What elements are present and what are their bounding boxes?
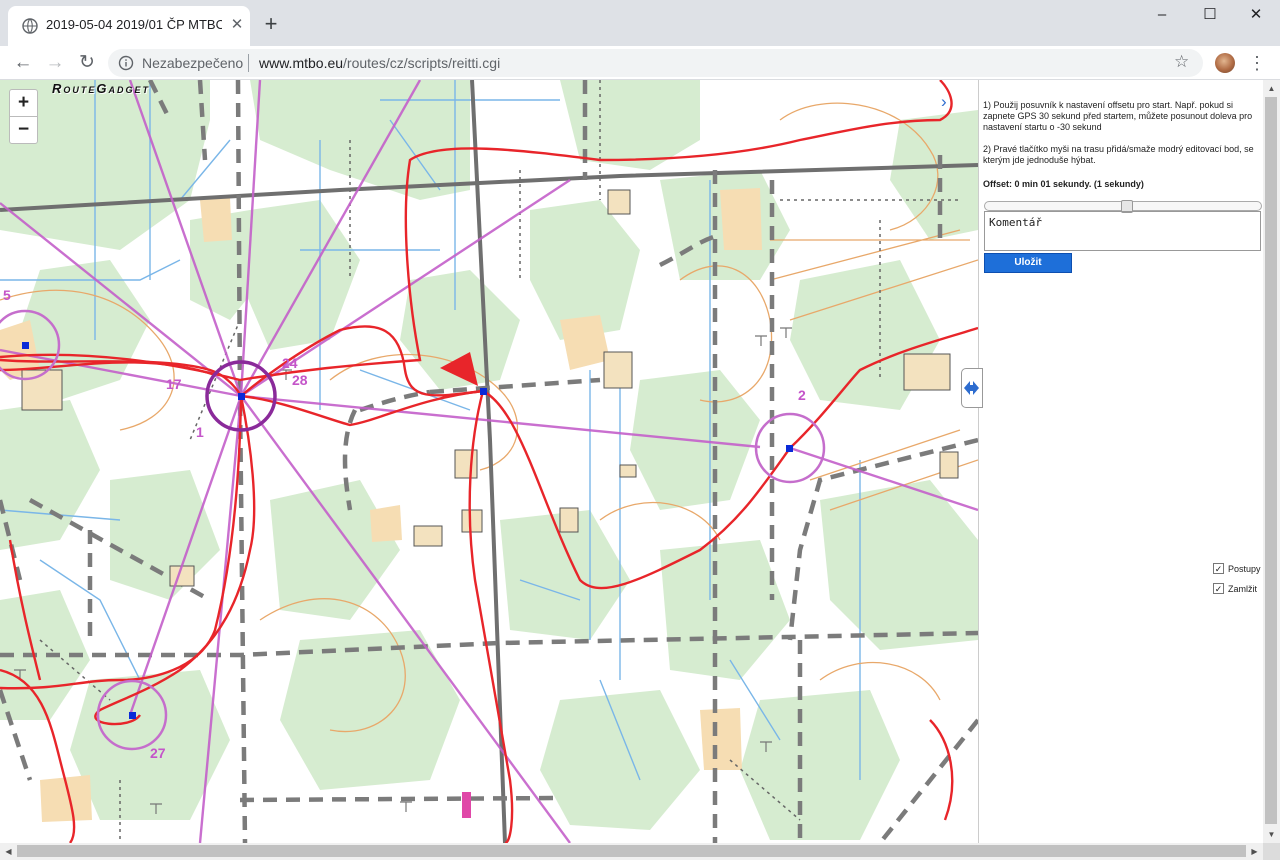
offset-label: Offset: 0 min 01 sekundy. (1 sekundy)	[983, 179, 1144, 189]
tab-close-button[interactable]: ✕	[226, 14, 248, 36]
star-icon[interactable]: ☆	[1174, 52, 1189, 72]
browser-menu-button[interactable]: ⋮	[1248, 50, 1266, 76]
scroll-up-arrow-icon[interactable]: ▲	[1263, 80, 1280, 97]
scrollbar-corner	[1263, 843, 1280, 860]
minimize-button[interactable]: –	[1138, 0, 1186, 32]
control-number: 5	[3, 287, 11, 303]
checkbox-label-zamlzit: Zamlžit	[1228, 584, 1257, 594]
control-number: 24	[282, 355, 298, 371]
map-canvas[interactable]: RouteGadget + − › 5 1 17 24 28 2 27	[0, 80, 978, 843]
tab-bar: 2019-05-04 2019/01 ČP MTBO - ✕ + – ☐ ✕	[0, 0, 1280, 46]
offset-slider[interactable]	[984, 200, 1262, 213]
globe-icon	[22, 18, 38, 34]
url-text: www.mtbo.eu/routes/cz/scripts/reitti.cgi	[259, 55, 500, 71]
maximize-button[interactable]: ☐	[1186, 0, 1234, 32]
address-bar[interactable]: Nezabezpečeno www.mtbo.eu/routes/cz/scri…	[108, 49, 1203, 77]
vertical-scroll-thumb[interactable]	[1265, 97, 1277, 824]
control-number: 28	[292, 372, 308, 388]
security-label: Nezabezpečeno	[142, 55, 244, 71]
browser-tab[interactable]: 2019-05-04 2019/01 ČP MTBO - ✕	[8, 6, 250, 46]
scroll-left-arrow-icon[interactable]: ◀	[0, 843, 17, 860]
save-button[interactable]: Uložit	[984, 253, 1072, 273]
double-arrow-icon	[964, 381, 979, 395]
vertical-scrollbar[interactable]: ▲ ▼	[1263, 80, 1280, 843]
forward-button[interactable]: →	[42, 50, 68, 76]
info-icon[interactable]	[118, 55, 134, 71]
editor-panel: 1) Použij posuvník k nastavení offsetu p…	[978, 80, 1263, 843]
close-window-button[interactable]: ✕	[1232, 0, 1280, 32]
address-separator	[248, 54, 249, 72]
horizontal-scroll-thumb[interactable]	[17, 845, 1246, 857]
browser-toolbar: ← → ↻ Nezabezpečeno www.mtbo.eu/routes/c…	[0, 46, 1280, 80]
comment-textarea[interactable]: Komentář	[984, 211, 1261, 251]
url-path: /routes/cz/scripts/reitti.cgi	[343, 55, 501, 71]
url-host: www.mtbo.eu	[259, 55, 344, 71]
profile-avatar[interactable]	[1215, 53, 1235, 73]
instruction-2: 2) Pravé tlačítko myši na trasu přidá/sm…	[983, 144, 1254, 165]
scroll-down-arrow-icon[interactable]: ▼	[1263, 826, 1280, 843]
checkbox-zamlzit[interactable]: ✓	[1213, 583, 1224, 594]
zoom-in-button[interactable]: +	[9, 89, 38, 117]
back-button[interactable]: ←	[10, 50, 36, 76]
control-number: 27	[150, 745, 166, 761]
reload-button[interactable]: ↻	[74, 50, 100, 76]
panel-expand-button[interactable]	[961, 368, 983, 408]
orienteering-map[interactable]	[0, 80, 978, 843]
control-number: 17	[166, 376, 182, 392]
chevron-right-icon[interactable]: ›	[941, 92, 947, 112]
checkbox-label-postupy: Postupy	[1228, 564, 1261, 574]
zoom-out-button[interactable]: −	[9, 116, 38, 144]
new-tab-button[interactable]: +	[258, 12, 284, 38]
instruction-1: 1) Použij posuvník k nastavení offsetu p…	[983, 100, 1253, 132]
scroll-right-arrow-icon[interactable]: ▶	[1246, 843, 1263, 860]
horizontal-scrollbar[interactable]: ◀ ▶	[0, 843, 1263, 860]
control-number: 2	[798, 387, 806, 403]
finish-marker	[462, 792, 471, 818]
tab-title: 2019-05-04 2019/01 ČP MTBO -	[46, 17, 222, 32]
control-number: 1	[196, 424, 204, 440]
routegadget-logo: RouteGadget	[52, 81, 151, 96]
checkbox-postupy[interactable]: ✓	[1213, 563, 1224, 574]
